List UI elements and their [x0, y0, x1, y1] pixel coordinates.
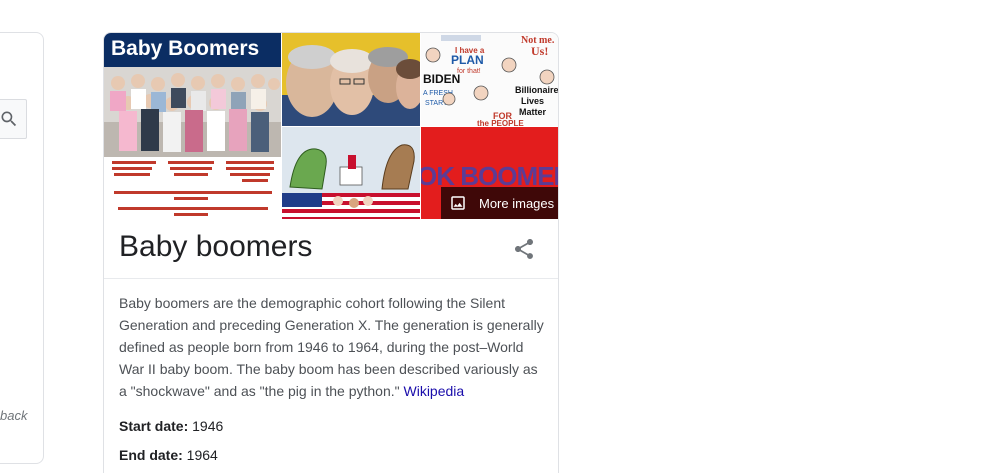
panel-title: Baby boomers: [119, 230, 313, 263]
svg-text:Lives: Lives: [521, 96, 544, 106]
svg-text:for that!: for that!: [457, 68, 481, 75]
search-button[interactable]: [0, 99, 27, 139]
fact-label: Start date:: [119, 418, 189, 434]
share-icon[interactable]: [512, 237, 536, 261]
wikipedia-link[interactable]: Wikipedia: [404, 383, 465, 399]
more-images-button[interactable]: More images: [441, 187, 558, 219]
svg-text:the PEOPLE: the PEOPLE: [477, 119, 524, 126]
more-images-label: More images: [479, 195, 555, 211]
description: Baby boomers are the demographic cohort …: [119, 292, 547, 402]
fact-value[interactable]: 1946: [192, 418, 223, 434]
image-elderly-people[interactable]: [282, 33, 420, 126]
feedback-text[interactable]: back: [0, 408, 27, 423]
fact-end-date: End date: 1964: [119, 447, 218, 463]
title-row: Baby boomers: [104, 220, 558, 279]
image-baby-boomers-infographic[interactable]: Baby Boomers: [104, 33, 281, 219]
fact-label: End date:: [119, 447, 183, 463]
svg-text:PLAN: PLAN: [451, 53, 484, 67]
elderly-people-photo: [282, 33, 420, 126]
knowledge-panel: Baby Boomers I have a PLAN for that! Not…: [103, 32, 559, 473]
svg-text:Us!: Us!: [531, 44, 548, 58]
image-political-cartoon[interactable]: I have a PLAN for that! Not me. Us! BIDE…: [421, 33, 559, 126]
infographic-title: Baby Boomers: [104, 33, 281, 67]
infographic-stats: [104, 157, 281, 219]
search-icon: [1, 111, 16, 127]
image-grid: Baby Boomers I have a PLAN for that! Not…: [104, 33, 559, 219]
image-dinosaur-cartoon[interactable]: [282, 127, 420, 219]
cartoon-tag: BIDEN: [423, 72, 460, 86]
svg-text:Matter: Matter: [519, 107, 547, 117]
dinosaur-drawing: [282, 127, 420, 219]
fact-value[interactable]: 1964: [187, 447, 218, 463]
left-result-card: [0, 32, 44, 464]
image-icon: [451, 196, 465, 210]
cartoon-drawing: I have a PLAN for that! Not me. Us! BIDE…: [421, 33, 559, 126]
svg-text:Billionaire: Billionaire: [515, 85, 559, 95]
fact-start-date: Start date: 1946: [119, 418, 223, 434]
group-photo: [104, 67, 281, 157]
description-text: Baby boomers are the demographic cohort …: [119, 295, 544, 399]
